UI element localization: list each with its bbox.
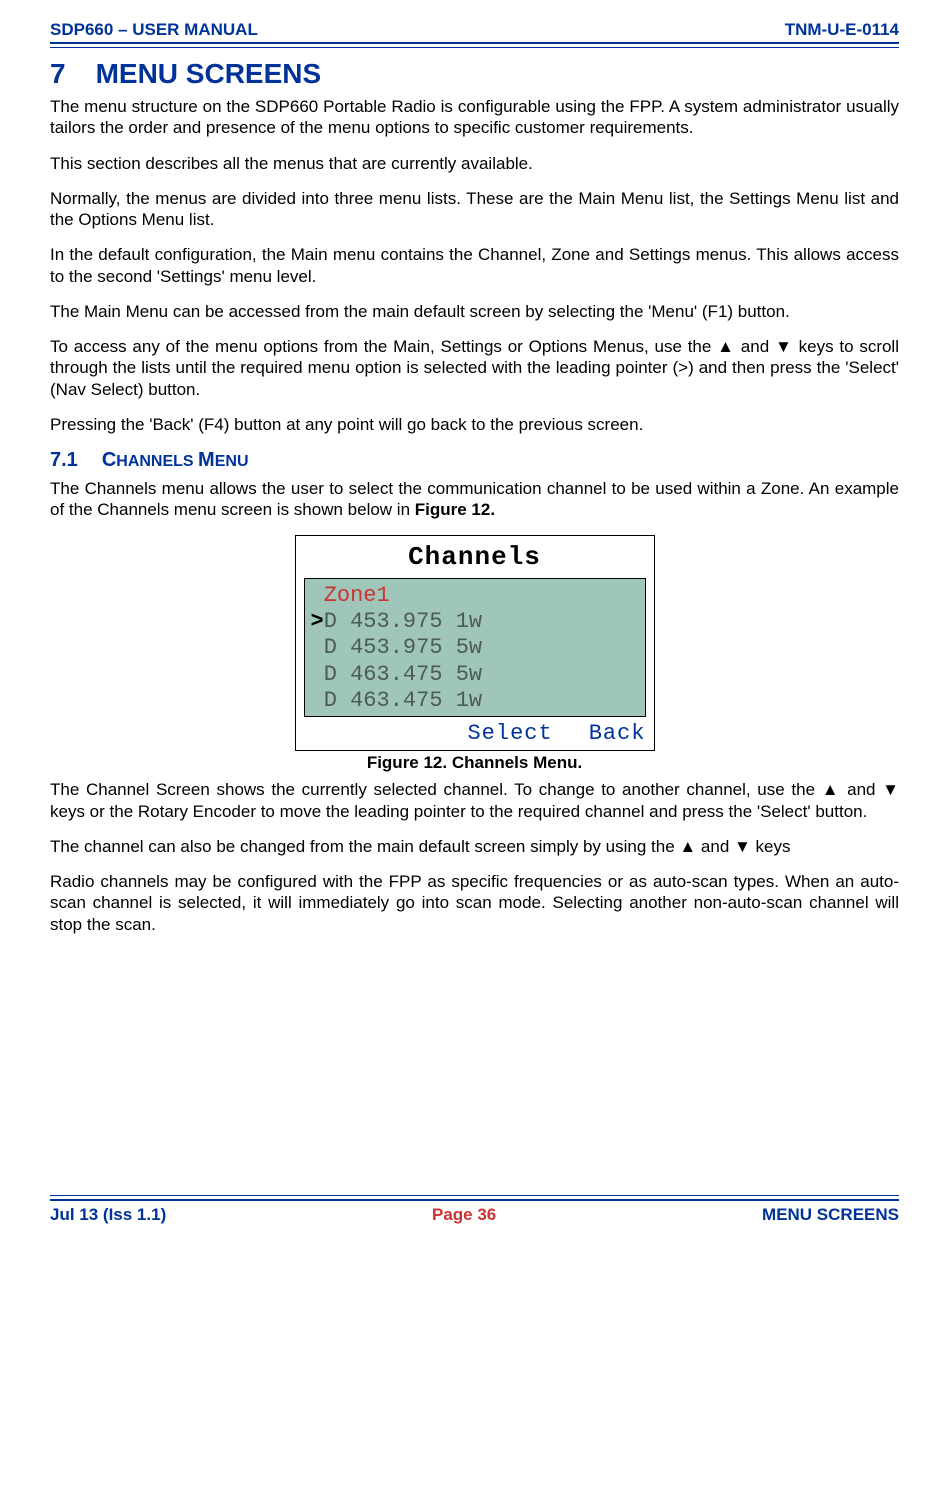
subsection-heading: 7.1 CHANNELS MENU [50, 449, 899, 472]
softkey-back[interactable]: Back [589, 721, 646, 746]
header-right: TNM-U-E-0114 [785, 20, 899, 40]
subsection-number: 7.1 [50, 449, 78, 471]
lcd-title: Channels [304, 542, 646, 572]
header-left: SDP660 – USER MANUAL [50, 20, 258, 40]
body-para: Normally, the menus are divided into thr… [50, 188, 899, 231]
page-footer: Jul 13 (Iss 1.1) Page 36 MENU SCREENS [50, 1201, 899, 1225]
body-para: Pressing the 'Back' (F4) button at any p… [50, 414, 899, 435]
lcd-screen: Channels Zone1 >D 453.975 1w D 453.975 5… [295, 535, 655, 752]
body-para: The Channel Screen shows the currently s… [50, 779, 899, 822]
list-item: >D 453.975 1w [311, 609, 639, 635]
header-rule [50, 42, 899, 48]
list-item: D 463.475 5w [311, 662, 639, 688]
body-para: The Main Menu can be accessed from the m… [50, 301, 899, 322]
page-header: SDP660 – USER MANUAL TNM-U-E-0114 [50, 20, 899, 42]
body-para: The menu structure on the SDP660 Portabl… [50, 96, 899, 139]
list-item: D 463.475 1w [311, 688, 639, 714]
body-para: The Channels menu allows the user to sel… [50, 478, 899, 521]
pointer-icon: > [311, 609, 324, 634]
softkey-select[interactable]: Select [467, 721, 552, 746]
lcd-list: Zone1 >D 453.975 1w D 453.975 5w D 463.4… [304, 578, 646, 718]
body-para: To access any of the menu options from t… [50, 336, 899, 400]
footer-page-number: Page 36 [432, 1205, 496, 1225]
footer-right: MENU SCREENS [762, 1205, 899, 1225]
footer-left: Jul 13 (Iss 1.1) [50, 1205, 166, 1225]
lcd-softkeys: Select Back [304, 721, 646, 746]
body-para: The channel can also be changed from the… [50, 836, 899, 857]
figure-channels-menu: Channels Zone1 >D 453.975 1w D 453.975 5… [295, 535, 655, 752]
section-title: MENU SCREENS [96, 58, 322, 89]
section-number: 7 [50, 58, 66, 89]
body-para: This section describes all the menus tha… [50, 153, 899, 174]
body-para: In the default configuration, the Main m… [50, 244, 899, 287]
subsection-title: CHANNELS MENU [102, 449, 249, 471]
lcd-zone-label: Zone1 [311, 583, 639, 609]
body-para: Radio channels may be configured with th… [50, 871, 899, 935]
figure-caption: Figure 12. Channels Menu. [50, 753, 899, 773]
list-item: D 453.975 5w [311, 635, 639, 661]
section-heading: 7 MENU SCREENS [50, 58, 899, 90]
